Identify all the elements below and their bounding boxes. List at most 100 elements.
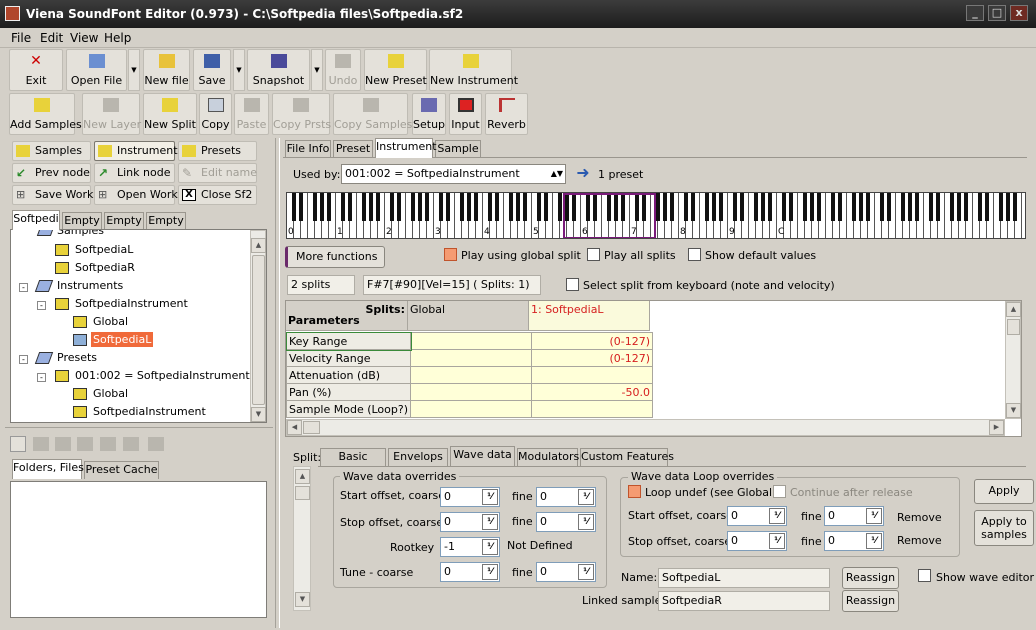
- loop-undef-checkbox[interactable]: [628, 485, 641, 498]
- remove-loop-start[interactable]: Remove: [897, 511, 942, 524]
- param-name[interactable]: Velocity Range: [286, 349, 412, 367]
- black-key[interactable]: [810, 193, 814, 221]
- black-key[interactable]: [859, 193, 863, 221]
- black-key[interactable]: [460, 193, 464, 221]
- tree-instruments[interactable]: Instruments: [57, 279, 123, 292]
- black-key[interactable]: [537, 193, 541, 221]
- column-global[interactable]: Global: [408, 301, 529, 331]
- scroll-up-arrow[interactable]: ▲: [251, 238, 266, 253]
- collapse-presets[interactable]: -: [19, 355, 28, 364]
- tree-instrument-global[interactable]: Global: [93, 315, 128, 328]
- black-key[interactable]: [684, 193, 688, 221]
- edit-name-button[interactable]: ✎ Edit name: [178, 163, 257, 183]
- scroll-thumb[interactable]: [1007, 319, 1020, 335]
- black-key[interactable]: [348, 193, 352, 221]
- spin-icon[interactable]: ⅟: [482, 564, 498, 580]
- new-file-button[interactable]: New file: [143, 49, 190, 91]
- spin-icon[interactable]: ⅟: [769, 533, 785, 549]
- menu-view[interactable]: View: [70, 31, 98, 45]
- copy-button[interactable]: Copy: [199, 93, 232, 135]
- continue-release-checkbox[interactable]: [773, 485, 786, 498]
- apply-button[interactable]: Apply: [974, 479, 1034, 504]
- folder-tree-icon[interactable]: [10, 436, 26, 452]
- param-split[interactable]: (0-127): [531, 332, 654, 350]
- black-key[interactable]: [299, 193, 303, 221]
- param-global[interactable]: [410, 366, 533, 384]
- tab-wave-data[interactable]: Wave data: [450, 446, 515, 466]
- black-key[interactable]: [733, 193, 737, 221]
- tree-preset-instrument[interactable]: SoftpediaInstrument: [93, 405, 206, 418]
- tab-custom-features[interactable]: Custom Features: [580, 448, 674, 466]
- input-button[interactable]: Input: [449, 93, 482, 135]
- collapse-instruments[interactable]: -: [19, 283, 28, 292]
- close-window-button[interactable]: x: [1010, 5, 1028, 21]
- tab-file-empty-2[interactable]: Empty: [104, 212, 144, 230]
- show-defaults-checkbox[interactable]: [688, 248, 701, 261]
- black-key[interactable]: [712, 193, 716, 221]
- spin-icon[interactable]: ⅟: [482, 539, 498, 555]
- copy-samples-button[interactable]: Copy Samples: [333, 93, 412, 135]
- black-key[interactable]: [1013, 193, 1017, 221]
- tree-instrument[interactable]: SoftpediaInstrument: [75, 297, 188, 310]
- black-key[interactable]: [341, 193, 345, 221]
- link-node-button[interactable]: ↗ Link node: [94, 163, 175, 183]
- tree-sample-softpedial[interactable]: SoftpediaL: [75, 243, 133, 256]
- snapshot-dropdown[interactable]: ▼: [311, 49, 323, 91]
- black-key[interactable]: [768, 193, 772, 221]
- black-key[interactable]: [999, 193, 1003, 221]
- black-key[interactable]: [425, 193, 429, 221]
- black-key[interactable]: [705, 193, 709, 221]
- more-functions-button[interactable]: More functions ...: [285, 246, 385, 283]
- spin-icon[interactable]: ⅟: [482, 514, 498, 530]
- undo-button[interactable]: Undo: [325, 49, 361, 91]
- black-key[interactable]: [838, 193, 842, 221]
- toolbar-icon-2[interactable]: [33, 437, 49, 451]
- tab-file-empty-1[interactable]: Empty: [62, 212, 102, 230]
- param-split[interactable]: -50.0: [531, 383, 654, 401]
- black-key[interactable]: [887, 193, 891, 221]
- black-key[interactable]: [670, 193, 674, 221]
- black-key[interactable]: [509, 193, 513, 221]
- black-key[interactable]: [950, 193, 954, 221]
- black-key[interactable]: [719, 193, 723, 221]
- scroll-thumb[interactable]: [295, 486, 310, 500]
- reassign-linked-button[interactable]: Reassign: [842, 590, 899, 612]
- show-wave-editor-checkbox[interactable]: [918, 569, 931, 582]
- split-scrollbar[interactable]: ▲ ▼: [293, 466, 311, 611]
- param-name[interactable]: Attenuation (dB): [286, 366, 412, 384]
- tree-split-softpedial[interactable]: SoftpediaL: [91, 332, 154, 347]
- collapse-instrument[interactable]: -: [37, 301, 46, 310]
- scroll-down-arrow[interactable]: ▼: [251, 407, 266, 422]
- black-key[interactable]: [915, 193, 919, 221]
- black-key[interactable]: [418, 193, 422, 221]
- used-by-select[interactable]: 001:002 = SoftpediaInstrument ▲▼: [341, 164, 566, 184]
- param-split[interactable]: (0-127): [531, 349, 654, 367]
- toolbar-icon-7[interactable]: [148, 437, 164, 451]
- black-key[interactable]: [817, 193, 821, 221]
- grid-vertical-scrollbar[interactable]: ▲ ▼: [1005, 301, 1021, 419]
- black-key[interactable]: [985, 193, 989, 221]
- param-name[interactable]: Sample Mode (Loop?): [286, 400, 412, 418]
- new-preset-button[interactable]: New Preset: [364, 49, 427, 91]
- black-key[interactable]: [1006, 193, 1010, 221]
- apply-to-samples-button[interactable]: Apply to samples: [974, 510, 1034, 546]
- menu-file[interactable]: File: [11, 31, 31, 45]
- black-key[interactable]: [292, 193, 296, 221]
- reassign-name-button[interactable]: Reassign: [842, 567, 899, 589]
- select-split-checkbox[interactable]: [566, 278, 579, 291]
- exit-button[interactable]: ✕ Exit: [9, 49, 63, 91]
- black-key[interactable]: [978, 193, 982, 221]
- samples-nav-button[interactable]: Samples: [12, 141, 91, 161]
- vertical-splitter[interactable]: [275, 138, 280, 628]
- copy-presets-button[interactable]: Copy Prsts: [272, 93, 331, 135]
- maximize-button[interactable]: □: [988, 5, 1006, 21]
- black-key[interactable]: [803, 193, 807, 221]
- black-key[interactable]: [691, 193, 695, 221]
- black-key[interactable]: [656, 193, 660, 221]
- name-field[interactable]: SoftpediaL: [658, 568, 830, 588]
- black-key[interactable]: [320, 193, 324, 221]
- tab-file-softpedia[interactable]: Softpedi: [12, 210, 60, 230]
- scroll-thumb[interactable]: [303, 421, 320, 434]
- toolbar-icon-4[interactable]: [77, 437, 93, 451]
- black-key[interactable]: [754, 193, 758, 221]
